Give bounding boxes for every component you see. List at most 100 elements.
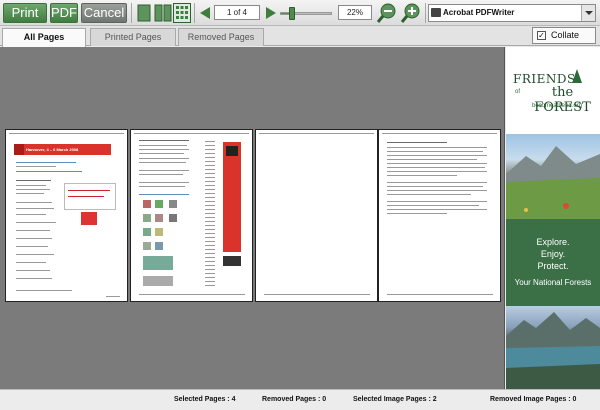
tree-icon (572, 69, 582, 83)
tab-printed-pages[interactable]: Printed Pages (90, 28, 176, 46)
printer-name: Acrobat PDFWriter (443, 8, 515, 17)
image-block (155, 214, 163, 222)
footer-line (139, 294, 245, 295)
printer-select[interactable]: Acrobat PDFWriter (428, 4, 596, 22)
text-line (139, 174, 183, 175)
text-line (139, 145, 187, 146)
header-line (259, 133, 374, 134)
image-block (143, 200, 151, 208)
text-line (16, 222, 56, 223)
text-line (387, 186, 483, 187)
text-line (16, 162, 76, 163)
print-button[interactable]: Print (3, 3, 47, 23)
zoom-level[interactable]: 22% (338, 5, 372, 20)
previous-page-icon[interactable] (197, 3, 215, 23)
two-page-view-icon[interactable] (154, 3, 172, 23)
collate-check-icon[interactable]: ✓ (537, 31, 546, 40)
text-line (16, 262, 46, 263)
text-line (139, 182, 189, 183)
text-line (387, 175, 457, 176)
page-preview-area[interactable]: Hannover, 4 – 6 March 2008 (0, 47, 505, 389)
page-thumbnail-4[interactable] (378, 129, 501, 302)
zoom-slider[interactable] (280, 7, 332, 20)
text-line (387, 151, 483, 152)
collate-checkbox[interactable]: ✓ Collate (532, 27, 596, 44)
page-indicator[interactable]: 1 of 4 (214, 5, 260, 20)
ad-banner[interactable]: FRIENDS of the FOREST becomeafriend.org … (506, 47, 600, 389)
logo-block (223, 256, 241, 266)
text-line (68, 190, 110, 191)
text-line (16, 278, 52, 279)
page-thumbnail-2[interactable] (130, 129, 253, 302)
page-thumbnail-3[interactable] (255, 129, 378, 302)
printer-icon (431, 8, 441, 17)
text-line (16, 171, 82, 172)
logo-small: of (515, 89, 521, 95)
mountain-meadow-photo (506, 134, 600, 219)
logo-line-2: the FOREST (534, 85, 591, 115)
image-block (143, 276, 173, 286)
text-line (16, 180, 51, 181)
ad-line-protect: Protect. (537, 261, 569, 271)
text-line (387, 163, 487, 164)
text-line (16, 189, 50, 190)
pdf-button[interactable]: PDF (50, 3, 78, 23)
tab-removed-pages[interactable]: Removed Pages (178, 28, 264, 46)
footer-line (264, 294, 370, 295)
text-line (139, 194, 189, 195)
zoom-out-icon[interactable] (376, 3, 398, 23)
footer-line (16, 290, 72, 291)
selected-image-pages-count: Selected Image Pages : 2 (353, 396, 437, 403)
text-line (387, 171, 487, 172)
ad-line-explore: Explore. (536, 237, 570, 247)
toolbar-divider (131, 3, 132, 23)
image-block (143, 228, 151, 236)
column-text (205, 138, 215, 288)
text-line (387, 182, 487, 183)
image-block (169, 200, 177, 208)
toolbar-divider (194, 3, 195, 23)
banner-logo (14, 144, 24, 155)
footer-line (106, 296, 120, 297)
next-page-icon[interactable] (263, 3, 281, 23)
tab-bar: All Pages Printed Pages Removed Pages (0, 26, 600, 47)
thumbnail-grid-view-icon[interactable] (173, 3, 191, 23)
text-line (387, 190, 487, 191)
header-line (134, 133, 249, 134)
status-bar: Selected Pages : 4 Removed Pages : 0 Sel… (0, 389, 600, 410)
text-line (139, 140, 189, 141)
collate-label: Collate (551, 30, 580, 40)
text-line (387, 194, 471, 195)
text-line (387, 142, 447, 143)
header-line (382, 133, 497, 134)
text-line (16, 202, 52, 203)
tab-all-pages[interactable]: All Pages (2, 28, 86, 47)
text-line (387, 159, 477, 160)
chevron-down-icon[interactable] (581, 5, 595, 21)
text-line (139, 186, 185, 187)
text-line (139, 170, 189, 171)
selected-pages-count: Selected Pages : 4 (174, 396, 236, 403)
zoom-slider-thumb[interactable] (289, 7, 295, 20)
image-block (143, 214, 151, 222)
text-line (139, 153, 184, 154)
zoom-in-icon[interactable] (400, 3, 422, 23)
text-line (16, 254, 54, 255)
page-thumbnail-1[interactable]: Hannover, 4 – 6 March 2008 (5, 129, 128, 302)
removed-pages-count: Removed Pages : 0 (262, 396, 327, 403)
image-block (155, 242, 163, 250)
single-page-view-icon[interactable] (135, 3, 153, 23)
cancel-button[interactable]: Cancel (81, 3, 127, 23)
image-block (143, 256, 173, 270)
text-line (387, 155, 487, 156)
text-line (387, 147, 487, 148)
text-line (16, 193, 44, 194)
header-line (9, 133, 124, 134)
logo-block (226, 146, 238, 156)
ad-slogan-panel: Explore. Enjoy. Protect. Your National F… (506, 219, 600, 306)
text-line (387, 209, 487, 210)
text-line (16, 214, 46, 215)
text-line (139, 162, 186, 163)
text-line (387, 205, 479, 206)
image-block (155, 200, 163, 208)
